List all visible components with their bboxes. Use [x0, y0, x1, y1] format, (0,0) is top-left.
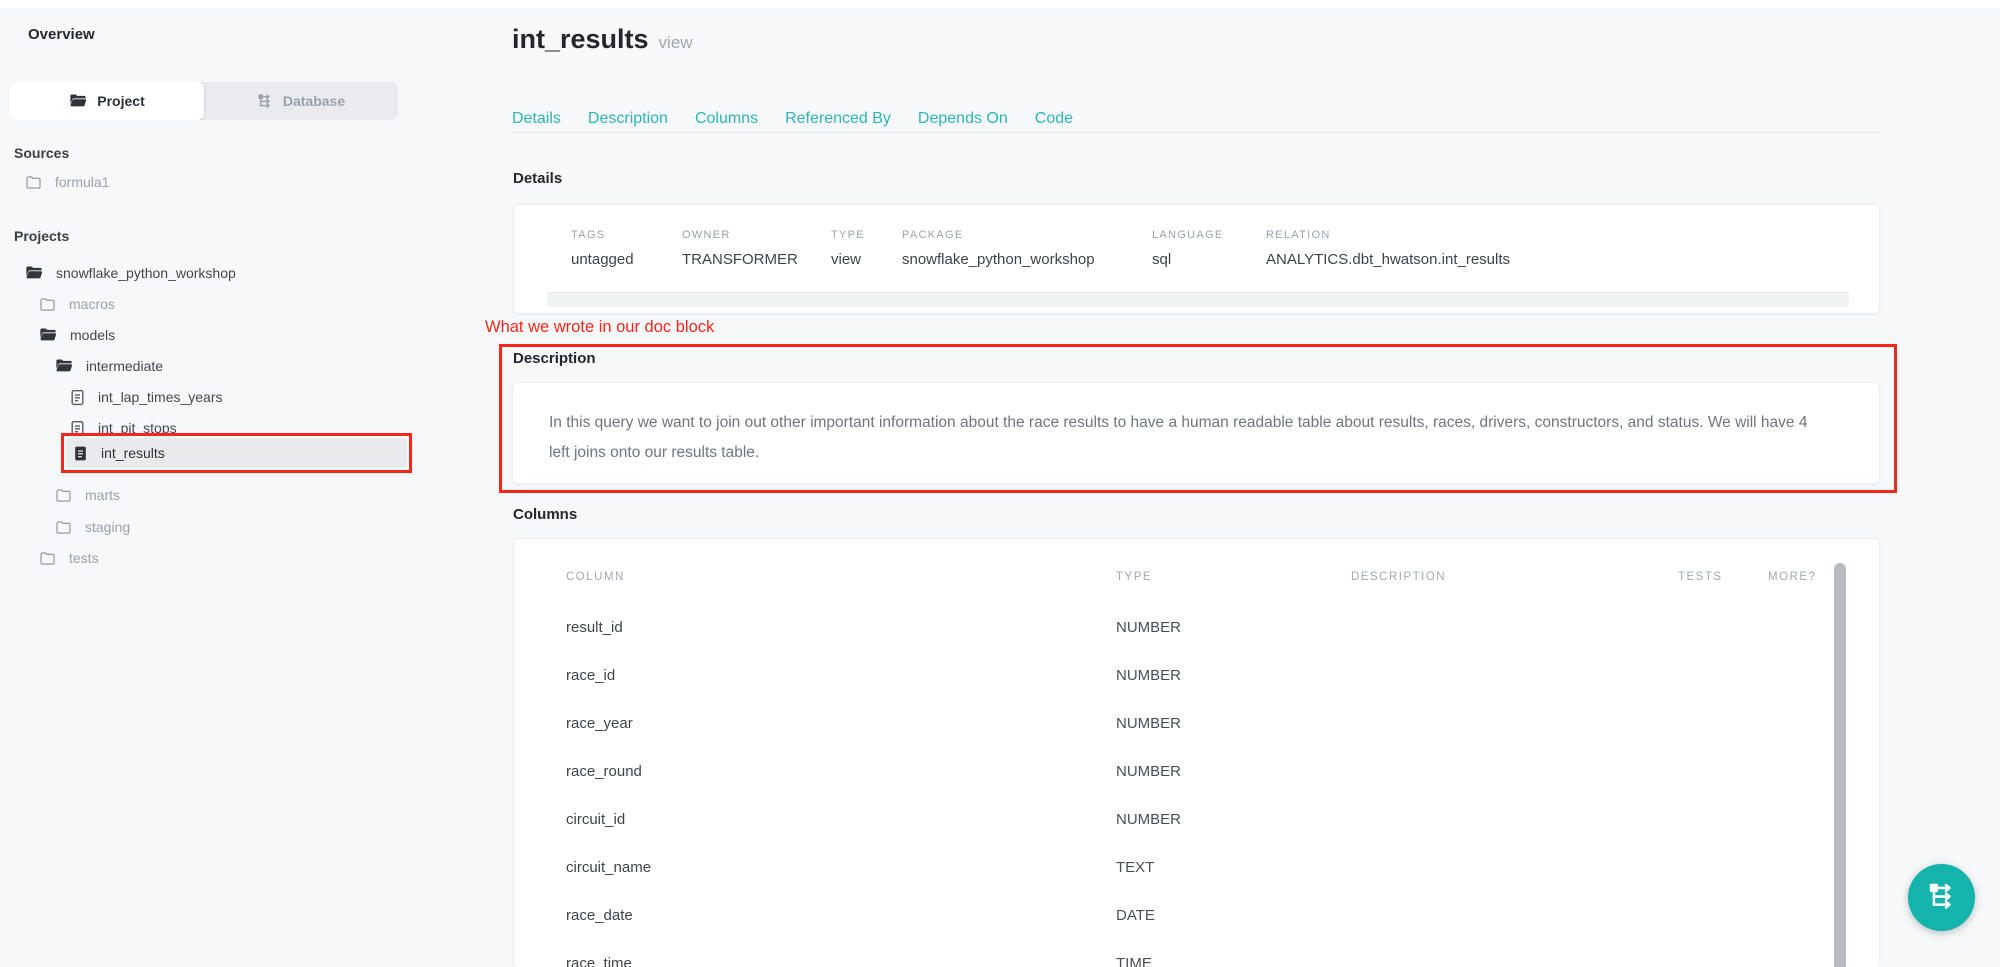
- description-text: In this query we want to join out other …: [513, 383, 1858, 468]
- more-header: MORE?: [1768, 571, 1879, 583]
- column-type-cell: NUMBER: [1116, 715, 1351, 732]
- model-name: int_results: [512, 24, 649, 54]
- column-name-cell: race_year: [566, 715, 1116, 732]
- column-name-cell: race_round: [566, 763, 1116, 780]
- tab-description[interactable]: Description: [588, 110, 668, 128]
- table-row-race_round[interactable]: race_round NUMBER: [514, 747, 1879, 795]
- table-row-result_id[interactable]: result_id NUMBER: [514, 603, 1879, 651]
- column-name-cell: circuit_id: [566, 811, 1116, 828]
- details-fields: TAGS untagged OWNER TRANSFORMER TYPE vie…: [514, 205, 1879, 268]
- columns-table-header: COLUMN TYPE DESCRIPTION TESTS MORE?: [514, 567, 1879, 587]
- table-row-race_id[interactable]: race_id NUMBER: [514, 651, 1879, 699]
- tab-depends-on[interactable]: Depends On: [918, 110, 1008, 128]
- column-name-cell: race_id: [566, 667, 1116, 684]
- tests-header: TESTS: [1678, 571, 1768, 583]
- field-language: LANGUAGE sql: [1152, 229, 1266, 268]
- table-row-circuit_name[interactable]: circuit_name TEXT: [514, 843, 1879, 891]
- tab-referenced-by[interactable]: Referenced By: [785, 110, 891, 128]
- field-package: PACKAGE snowflake_python_workshop: [902, 229, 1152, 268]
- field-label: PACKAGE: [902, 229, 1152, 241]
- top-edge-strip: [0, 0, 2000, 8]
- details-card: TAGS untagged OWNER TRANSFORMER TYPE vie…: [513, 204, 1880, 314]
- tab-code[interactable]: Code: [1035, 110, 1073, 128]
- tabs-divider: [512, 132, 1880, 133]
- model-type-label: view: [659, 33, 693, 52]
- column-type-cell: NUMBER: [1116, 811, 1351, 828]
- field-value: sql: [1152, 251, 1266, 268]
- column-name-cell: circuit_name: [566, 859, 1116, 876]
- model-tabs: Details Description Columns Referenced B…: [512, 110, 1073, 128]
- column-type-cell: NUMBER: [1116, 667, 1351, 684]
- field-value: ANALYTICS.dbt_hwatson.int_results: [1266, 251, 1879, 268]
- description-annotation-box: Description In this query we want to joi…: [499, 344, 1897, 493]
- table-row-race_time[interactable]: race_time TIME: [514, 939, 1879, 967]
- field-label: TAGS: [571, 229, 682, 241]
- column-type-cell: NUMBER: [1116, 763, 1351, 780]
- columns-heading: Columns: [513, 506, 577, 523]
- lineage-graph-icon: [1927, 881, 1957, 914]
- column-name-cell: result_id: [566, 619, 1116, 636]
- field-label: OWNER: [682, 229, 831, 241]
- tab-details[interactable]: Details: [512, 110, 561, 128]
- table-scrollbar[interactable]: [1834, 563, 1846, 967]
- page-title: int_results view: [512, 24, 693, 55]
- field-value: untagged: [571, 251, 682, 268]
- field-value: view: [831, 251, 902, 268]
- columns-table-body: result_id NUMBER race_id NUMBER race_yea…: [514, 603, 1879, 967]
- table-row-circuit_id[interactable]: circuit_id NUMBER: [514, 795, 1879, 843]
- field-type: TYPE view: [831, 229, 902, 268]
- dbt-docs-page: Overview Project: [0, 0, 2000, 959]
- columns-card: COLUMN TYPE DESCRIPTION TESTS MORE? resu…: [513, 538, 1880, 967]
- details-collapsed-row: [547, 292, 1849, 307]
- field-relation: RELATION ANALYTICS.dbt_hwatson.int_resul…: [1266, 229, 1879, 268]
- field-label: TYPE: [831, 229, 902, 241]
- description-header: DESCRIPTION: [1351, 571, 1678, 583]
- column-name-cell: race_date: [566, 907, 1116, 924]
- column-type-cell: DATE: [1116, 907, 1351, 924]
- annotation-doc-block-label: What we wrote in our doc block: [485, 318, 714, 337]
- field-label: LANGUAGE: [1152, 229, 1266, 241]
- description-card: In this query we want to join out other …: [512, 382, 1880, 484]
- main-content: int_resultsview Details Description Colu…: [0, 8, 2000, 959]
- column-type-cell: TEXT: [1116, 859, 1351, 876]
- field-owner: OWNER TRANSFORMER: [682, 229, 831, 268]
- field-tags: TAGS untagged: [571, 229, 682, 268]
- type-header: TYPE: [1116, 571, 1351, 583]
- table-row-race_year[interactable]: race_year NUMBER: [514, 699, 1879, 747]
- lineage-graph-button[interactable]: [1908, 864, 1975, 931]
- column-header: COLUMN: [566, 571, 1116, 583]
- field-value: TRANSFORMER: [682, 251, 831, 268]
- field-value: snowflake_python_workshop: [902, 251, 1152, 268]
- description-heading: Description: [513, 350, 596, 367]
- details-heading: Details: [513, 170, 562, 187]
- tab-columns[interactable]: Columns: [695, 110, 758, 128]
- column-type-cell: NUMBER: [1116, 619, 1351, 636]
- field-label: RELATION: [1266, 229, 1879, 241]
- column-type-cell: TIME: [1116, 955, 1351, 967]
- table-row-race_date[interactable]: race_date DATE: [514, 891, 1879, 939]
- column-name-cell: race_time: [566, 955, 1116, 967]
